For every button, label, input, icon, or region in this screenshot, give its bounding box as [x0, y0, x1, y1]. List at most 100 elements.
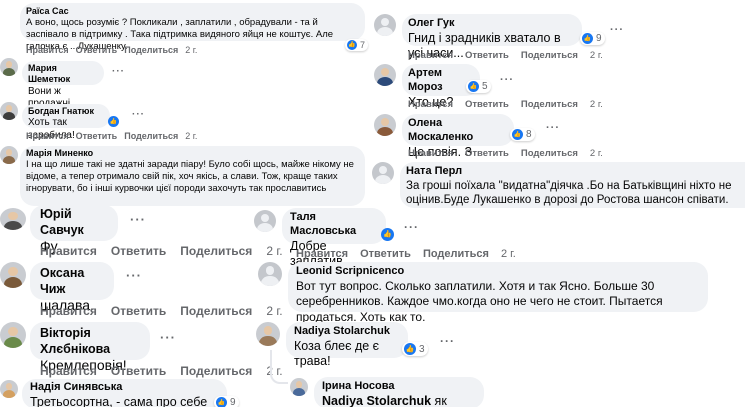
comment-actions: Нравится Ответить Поделиться 2 г. [40, 304, 283, 318]
comment-author[interactable]: Вікторія Хлєбнікова [40, 326, 140, 357]
more-options-icon[interactable]: ··· [112, 66, 125, 77]
reply-link[interactable]: Ответить [76, 45, 118, 55]
share-link[interactable]: Поделиться [521, 99, 578, 110]
more-options-icon[interactable]: ··· [440, 334, 455, 348]
avatar[interactable] [0, 322, 26, 348]
comment-actions: Нравится Ответить Поделиться 2 г. [408, 99, 603, 110]
share-link[interactable]: Поделиться [180, 244, 252, 258]
reaction-count[interactable]: 👍 5 [466, 80, 491, 93]
share-link[interactable]: Поделиться [521, 148, 578, 159]
avatar[interactable] [374, 64, 396, 86]
comment-author[interactable]: Leonid Scripnicenco [296, 265, 700, 279]
mention-link[interactable]: Nadiya Stolarchuk [322, 394, 431, 407]
avatar[interactable] [0, 58, 18, 76]
reaction-count[interactable]: 👍 9 [214, 396, 239, 407]
like-link[interactable]: Нравится [408, 50, 453, 61]
more-options-icon[interactable]: ··· [500, 74, 514, 86]
comment-author[interactable]: Ната Перл [406, 165, 739, 179]
reaction-count[interactable]: 👍 7 [345, 39, 369, 51]
comment-time[interactable]: 2 г. [590, 50, 603, 61]
more-options-icon[interactable]: ··· [132, 109, 145, 120]
comment-author[interactable]: Мария Шеметюк [28, 63, 98, 86]
comment-time[interactable]: 2 г. [185, 131, 197, 141]
reply-link[interactable]: Ответить [465, 148, 509, 159]
more-options-icon[interactable]: ··· [160, 330, 176, 345]
comment-author[interactable]: Nadiya Stolarchuk [294, 325, 400, 339]
like-link[interactable]: Нравится [26, 131, 69, 141]
comment-author[interactable]: Марія Миненко [26, 148, 359, 159]
comment-text: І на що лише такі не здатні заради піару… [26, 159, 354, 194]
reply-link[interactable]: Ответить [360, 248, 411, 260]
share-link[interactable]: Поделиться [180, 304, 252, 318]
avatar[interactable] [372, 162, 394, 184]
avatar[interactable] [254, 210, 276, 232]
like-reaction-icon: 👍 [468, 81, 479, 92]
like-reaction-icon: 👍 [582, 33, 593, 44]
comment-author[interactable]: Ірина Носова [322, 380, 476, 394]
share-link[interactable]: Поделиться [423, 248, 489, 260]
like-reaction-icon: 👍 [347, 40, 357, 50]
share-link[interactable]: Поделиться [124, 131, 178, 141]
avatar[interactable] [256, 322, 280, 346]
reaction-count[interactable]: 👍 9 [580, 32, 605, 45]
more-options-icon[interactable]: ··· [546, 122, 560, 134]
comment-author[interactable]: Таля Масловська [290, 211, 378, 239]
comment-author[interactable]: Олена Москаленко [408, 117, 508, 145]
comment-time[interactable]: 2 г. [590, 148, 603, 159]
more-options-icon[interactable]: ··· [610, 24, 624, 36]
like-link[interactable]: Нравится [296, 248, 348, 260]
avatar[interactable] [0, 208, 26, 230]
comment-author[interactable]: Надія Синявська [30, 381, 219, 395]
like-link[interactable]: Нравится [40, 304, 97, 318]
comment-author[interactable]: Раїса Сас [26, 6, 359, 17]
avatar[interactable] [374, 114, 396, 136]
reply-link[interactable]: Ответить [111, 244, 166, 258]
like-link[interactable]: Нравится [40, 364, 97, 378]
avatar[interactable] [0, 146, 18, 164]
reaction-count[interactable]: 👍 8 [510, 128, 535, 141]
share-link[interactable]: Поделиться [521, 50, 578, 61]
comment-author[interactable]: Юрій Савчук [40, 207, 108, 238]
reply-link[interactable]: Ответить [111, 364, 166, 378]
avatar[interactable] [0, 102, 18, 120]
share-link[interactable]: Поделиться [180, 364, 252, 378]
like-link[interactable]: Нравится [408, 99, 453, 110]
comment-author[interactable]: Оксана Чиж [40, 266, 104, 297]
avatar[interactable] [0, 380, 18, 398]
comment-time[interactable]: 2 г. [501, 248, 516, 260]
avatar[interactable] [290, 378, 308, 396]
comment-bubble: Марія Миненко І на що лише такі не здатн… [20, 146, 365, 206]
like-link[interactable]: Нравится [26, 45, 69, 55]
comment-time[interactable]: 2 г. [185, 45, 197, 55]
reply-link[interactable]: Ответить [111, 304, 166, 318]
comment-bubble: Ната Перл За гроші поїхала "видатна"діяч… [400, 162, 745, 208]
reply-link[interactable]: Ответить [465, 50, 509, 61]
avatar[interactable] [0, 262, 26, 288]
more-options-icon[interactable]: ··· [126, 268, 142, 283]
comment-bubble: Leonid Scripnicenco Вот тут вопрос. Скол… [288, 262, 708, 324]
like-reaction-icon[interactable]: 👍 [381, 228, 394, 241]
reply-thread-line [270, 350, 288, 384]
reply-link[interactable]: Ответить [76, 131, 118, 141]
comment-author[interactable]: Богдан Гнатюк [28, 106, 104, 117]
like-link[interactable]: Нравится [408, 148, 453, 159]
like-reaction-icon: 👍 [512, 129, 523, 140]
share-link[interactable]: Поделиться [124, 45, 178, 55]
comment-author[interactable]: Олег Гук [408, 17, 576, 31]
comment-actions: Нравится Ответить Поделиться 2 г. [296, 248, 516, 260]
comment-time[interactable]: 2 г. [266, 304, 282, 318]
like-link[interactable]: Нравится [40, 244, 97, 258]
avatar[interactable] [374, 14, 396, 36]
comment-bubble: Богдан Гнатюк Хоть так заробила! [22, 104, 110, 141]
reply-link[interactable]: Ответить [465, 99, 509, 110]
comment-time[interactable]: 2 г. [266, 244, 282, 258]
more-options-icon[interactable]: ··· [404, 220, 419, 234]
more-options-icon[interactable]: ··· [130, 212, 146, 227]
avatar[interactable] [258, 262, 282, 286]
reaction-count[interactable]: 👍 3 [402, 342, 428, 356]
comment-time[interactable]: 2 г. [590, 99, 603, 110]
comment-bubble: Вікторія Хлєбнікова Кремлеповія! [30, 322, 150, 373]
like-reaction-icon[interactable]: 👍 [108, 116, 119, 127]
comment-actions: Нравится Ответить Поделиться 2 г. [408, 50, 603, 61]
comment-author[interactable]: Артем Мороз [408, 67, 474, 95]
